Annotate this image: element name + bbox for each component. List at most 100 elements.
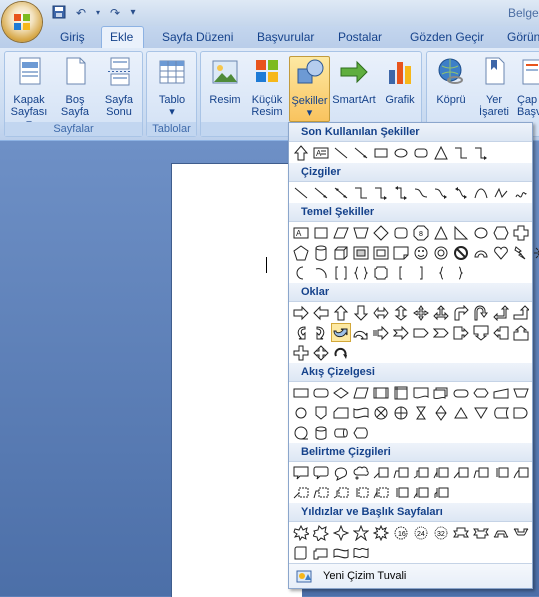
flow-internal-storage-icon[interactable] xyxy=(391,383,411,402)
flow-alternate-process-icon[interactable] xyxy=(311,383,331,402)
kapak-sayfasi-button[interactable]: Kapak Sayfası ▾ xyxy=(9,56,49,130)
diamond-icon[interactable] xyxy=(371,223,391,242)
scribble-icon[interactable] xyxy=(511,183,531,202)
explosion-2-icon[interactable] xyxy=(311,523,331,542)
striped-right-arrow-icon[interactable] xyxy=(371,323,391,342)
accent-callout-1-icon[interactable] xyxy=(351,483,371,502)
star-32-point-icon[interactable]: 32 xyxy=(431,523,451,542)
line-callout-3-icon[interactable] xyxy=(411,463,431,482)
curved-left-arrow-icon[interactable] xyxy=(311,323,331,342)
up-arrow-icon[interactable] xyxy=(331,303,351,322)
tab-giris[interactable]: Giriş xyxy=(60,30,85,44)
accent-border-callout-2-icon[interactable] xyxy=(431,483,451,502)
donut-icon[interactable] xyxy=(431,243,451,262)
star-4-point-icon[interactable] xyxy=(331,523,351,542)
redo-icon[interactable]: ↷ xyxy=(106,5,124,21)
plaque-icon[interactable] xyxy=(371,263,391,282)
left-arrow-callout-icon[interactable] xyxy=(491,323,511,342)
flow-extract-icon[interactable] xyxy=(451,403,471,422)
circular-arrow-icon[interactable] xyxy=(331,343,351,362)
curved-double-arrow-icon[interactable] xyxy=(451,183,471,202)
left-up-arrow-icon[interactable] xyxy=(491,303,511,322)
line-callout-5-icon[interactable] xyxy=(451,463,471,482)
cloud-callout-icon[interactable] xyxy=(351,463,371,482)
frame-icon[interactable] xyxy=(371,243,391,262)
can-icon[interactable] xyxy=(311,243,331,262)
curved-down-arrow-icon[interactable] xyxy=(351,323,371,342)
capraz-basvuru-button[interactable]: Çap Başv xyxy=(517,56,539,118)
flow-preparation-icon[interactable] xyxy=(471,383,491,402)
arrow-icon[interactable] xyxy=(311,183,331,202)
smiley-face-icon[interactable] xyxy=(411,243,431,262)
rounded-rectangular-callout-icon[interactable] xyxy=(311,463,331,482)
right-bracket-icon[interactable] xyxy=(411,263,431,282)
pentagon-arrow-icon[interactable] xyxy=(411,323,431,342)
flow-document-icon[interactable] xyxy=(411,383,431,402)
up-ribbon-icon[interactable] xyxy=(451,523,471,542)
tab-ekle[interactable]: Ekle xyxy=(101,26,144,48)
parallelogram-icon[interactable] xyxy=(331,223,351,242)
bos-sayfa-button[interactable]: Boş Sayfa xyxy=(57,56,93,118)
arrow-line-shape-icon[interactable] xyxy=(351,143,371,162)
octagon-icon[interactable]: 8 xyxy=(411,223,431,242)
customize-icon[interactable]: ▾ xyxy=(128,5,138,21)
curved-arrow-connector-icon[interactable] xyxy=(431,183,451,202)
right-triangle-icon[interactable] xyxy=(451,223,471,242)
triangle-shape-icon[interactable] xyxy=(431,143,451,162)
vertical-scroll-icon[interactable] xyxy=(291,543,311,562)
wave-icon[interactable] xyxy=(331,543,351,562)
line-callout-7-icon[interactable] xyxy=(491,463,511,482)
flow-summing-junction-icon[interactable] xyxy=(371,403,391,422)
down-arrow-icon[interactable] xyxy=(351,303,371,322)
flow-merge-icon[interactable] xyxy=(471,403,491,422)
border-callout-2-icon[interactable] xyxy=(311,483,331,502)
flow-predefined-process-icon[interactable] xyxy=(371,383,391,402)
moon-icon[interactable] xyxy=(291,263,311,282)
flow-sequential-access-icon[interactable] xyxy=(291,423,311,442)
flow-decision-icon[interactable] xyxy=(331,383,351,402)
right-arrow-icon[interactable] xyxy=(291,303,311,322)
flow-offpage-connector-icon[interactable] xyxy=(311,403,331,422)
bevel-icon[interactable] xyxy=(351,243,371,262)
notched-right-arrow-icon[interactable] xyxy=(391,323,411,342)
arc-icon[interactable] xyxy=(311,263,331,282)
left-right-arrow-callout-icon[interactable] xyxy=(311,343,331,362)
right-brace-icon[interactable] xyxy=(451,263,471,282)
sekiller-button[interactable]: Şekiller ▾ xyxy=(289,56,330,122)
elbow-arrow-connector-icon[interactable] xyxy=(371,183,391,202)
accent-border-callout-1-icon[interactable] xyxy=(411,483,431,502)
elbow-connector-shape-icon[interactable] xyxy=(451,143,471,162)
line-callout-4-icon[interactable] xyxy=(431,463,451,482)
document-page[interactable] xyxy=(171,163,302,597)
folded-corner-icon[interactable] xyxy=(391,243,411,262)
basic-text-box-icon[interactable]: A xyxy=(291,223,311,242)
flow-data-icon[interactable] xyxy=(351,383,371,402)
tab-basvurular[interactable]: Başvurular xyxy=(257,30,314,44)
smartart-button[interactable]: SmartArt xyxy=(331,56,377,106)
double-arrow-icon[interactable] xyxy=(331,183,351,202)
star-5-point-icon[interactable] xyxy=(351,523,371,542)
curved-connector-icon[interactable] xyxy=(411,183,431,202)
curved-down-ribbon-icon[interactable] xyxy=(511,523,531,542)
right-arrow-callout-icon[interactable] xyxy=(451,323,471,342)
resim-button[interactable]: Resim xyxy=(205,56,245,106)
flow-manual-operation-icon[interactable] xyxy=(511,383,531,402)
up-down-arrow-icon[interactable] xyxy=(391,303,411,322)
undo-dropdown-icon[interactable]: ▾ xyxy=(94,5,102,21)
flow-delay-icon[interactable] xyxy=(511,403,531,422)
cube-icon[interactable] xyxy=(331,243,351,262)
flow-punched-tape-icon[interactable] xyxy=(351,403,371,422)
line-callout-1-icon[interactable] xyxy=(371,463,391,482)
border-callout-3-icon[interactable] xyxy=(331,483,351,502)
new-drawing-canvas-item[interactable]: Yeni Çizim Tuvali xyxy=(289,563,532,588)
tab-gozden-gecir[interactable]: Gözden Geçir xyxy=(410,30,484,44)
line-callout-8-icon[interactable] xyxy=(511,463,531,482)
office-button[interactable] xyxy=(2,2,42,42)
flow-card-icon[interactable] xyxy=(331,403,351,422)
curve-icon[interactable] xyxy=(471,183,491,202)
accent-callout-3-icon[interactable] xyxy=(391,483,411,502)
explosion-1-icon[interactable] xyxy=(291,523,311,542)
line-callout-2-icon[interactable] xyxy=(391,463,411,482)
no-symbol-icon[interactable] xyxy=(451,243,471,262)
freeform-icon[interactable] xyxy=(491,183,511,202)
